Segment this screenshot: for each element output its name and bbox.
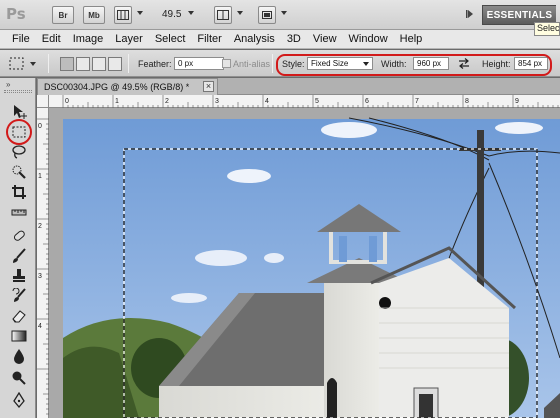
- healing-brush-tool-icon[interactable]: [8, 226, 30, 246]
- swap-width-height-icon[interactable]: [458, 58, 470, 72]
- ruler-ticks: 0 1 2 3 4: [37, 118, 49, 415]
- panel-grip: [4, 90, 32, 93]
- menu-edit[interactable]: Edit: [42, 33, 61, 45]
- ruler-label: 1: [38, 173, 42, 180]
- blur-tool-icon[interactable]: [8, 346, 30, 366]
- application-bar: Ps Br Mb 49.5 ESSENTIALS: [0, 0, 560, 30]
- clone-stamp-tool-icon[interactable]: [8, 266, 30, 286]
- extras-icon[interactable]: [114, 6, 132, 24]
- zoom-level[interactable]: 49.5: [162, 9, 181, 20]
- options-divider: [48, 54, 49, 73]
- document-tab-strip: [218, 78, 560, 95]
- screen-mode-dropdown-icon[interactable]: [281, 11, 287, 15]
- intersect-selection-icon[interactable]: [108, 57, 122, 71]
- menu-layer[interactable]: Layer: [115, 33, 143, 45]
- panel-collapse-icon[interactable]: »: [6, 80, 10, 89]
- document-canvas[interactable]: [49, 108, 560, 418]
- style-label: Style:: [282, 59, 305, 69]
- ruler-label: 4: [265, 98, 269, 105]
- ruler-label: 8: [465, 98, 469, 105]
- menu-window[interactable]: Window: [349, 33, 388, 45]
- feather-input[interactable]: 0 px: [174, 57, 224, 70]
- add-to-selection-icon[interactable]: [76, 57, 90, 71]
- menu-select[interactable]: Select: [155, 33, 186, 45]
- height-input[interactable]: 854 px: [514, 57, 548, 70]
- options-divider: [128, 54, 129, 73]
- ruler-tool-icon[interactable]: [8, 202, 30, 222]
- bridge-button[interactable]: Br: [52, 6, 74, 24]
- menu-image[interactable]: Image: [73, 33, 104, 45]
- rectangular-marquee-tool-icon[interactable]: [8, 122, 30, 142]
- crop-tool-icon[interactable]: [8, 182, 30, 202]
- zoom-dropdown-icon[interactable]: [188, 11, 194, 15]
- document-tab[interactable]: DSC00304.JPG @ 49.5% (RGB/8) *: [37, 78, 218, 95]
- anti-alias-label: Anti-alias: [233, 59, 271, 69]
- move-tool-icon[interactable]: [8, 102, 30, 122]
- dodge-tool-icon[interactable]: [8, 368, 30, 388]
- new-selection-icon[interactable]: [60, 57, 74, 71]
- brush-tool-icon[interactable]: [8, 246, 30, 266]
- chevron-down-icon: [363, 62, 369, 66]
- ruler-label: 7: [415, 98, 419, 105]
- style-value: Fixed Size: [311, 59, 349, 68]
- arrange-documents-icon[interactable]: [214, 6, 232, 24]
- menu-analysis[interactable]: Analysis: [234, 33, 275, 45]
- tooltip: Selec: [534, 22, 560, 36]
- menu-file[interactable]: File: [12, 33, 30, 45]
- ruler-label: 6: [365, 98, 369, 105]
- ruler-label: 0: [38, 123, 42, 130]
- height-label: Height:: [482, 59, 511, 69]
- ruler-label: 0: [65, 98, 69, 105]
- menu-view[interactable]: View: [313, 33, 337, 45]
- horizontal-ruler[interactable]: 012345678910: [49, 95, 560, 108]
- ruler-label: 9: [515, 98, 519, 105]
- ruler-label: 1: [115, 98, 119, 105]
- ruler-label: 5: [315, 98, 319, 105]
- ruler-label: 3: [38, 273, 42, 280]
- width-input[interactable]: 960 px: [413, 57, 449, 70]
- tool-preset-picker[interactable]: [8, 56, 40, 72]
- close-icon[interactable]: ×: [203, 81, 214, 92]
- mini-bridge-button[interactable]: Mb: [83, 6, 105, 24]
- eraser-tool-icon[interactable]: [8, 306, 30, 326]
- ruler-origin[interactable]: [37, 95, 49, 108]
- photo-church: [63, 117, 560, 418]
- vertical-ruler[interactable]: 0 1 2 3 4: [37, 108, 49, 418]
- options-bar: Feather: 0 px Anti-alias Style: Fixed Si…: [0, 50, 560, 77]
- ruler-label: 3: [215, 98, 219, 105]
- extras-dropdown-icon[interactable]: [137, 11, 143, 15]
- screen-mode-icon[interactable]: [258, 6, 276, 24]
- width-label: Width:: [381, 59, 407, 69]
- panel-toggle-icon[interactable]: [466, 10, 474, 21]
- ruler-label: 2: [38, 223, 42, 230]
- arrange-dropdown-icon[interactable]: [237, 11, 243, 15]
- menu-help[interactable]: Help: [400, 33, 423, 45]
- anti-alias-checkbox[interactable]: [222, 59, 231, 68]
- tools-panel: »: [0, 78, 36, 418]
- menu-filter[interactable]: Filter: [197, 33, 221, 45]
- options-divider: [272, 54, 273, 73]
- ruler-label: 2: [165, 98, 169, 105]
- menu-bar: File Edit Image Layer Select Filter Anal…: [0, 30, 560, 49]
- gradient-tool-icon[interactable]: [8, 326, 30, 346]
- pen-tool-icon[interactable]: [8, 390, 30, 410]
- quick-selection-tool-icon[interactable]: [8, 162, 30, 182]
- ruler-label: 4: [38, 323, 42, 330]
- style-dropdown[interactable]: Fixed Size: [307, 57, 373, 70]
- feather-label: Feather:: [138, 59, 172, 69]
- photoshop-logo: Ps: [6, 5, 26, 23]
- ruler-ticks: 012345678910: [62, 95, 559, 108]
- subtract-from-selection-icon[interactable]: [92, 57, 106, 71]
- lasso-tool-icon[interactable]: [8, 142, 30, 162]
- history-brush-tool-icon[interactable]: [8, 286, 30, 306]
- menu-3d[interactable]: 3D: [287, 33, 301, 45]
